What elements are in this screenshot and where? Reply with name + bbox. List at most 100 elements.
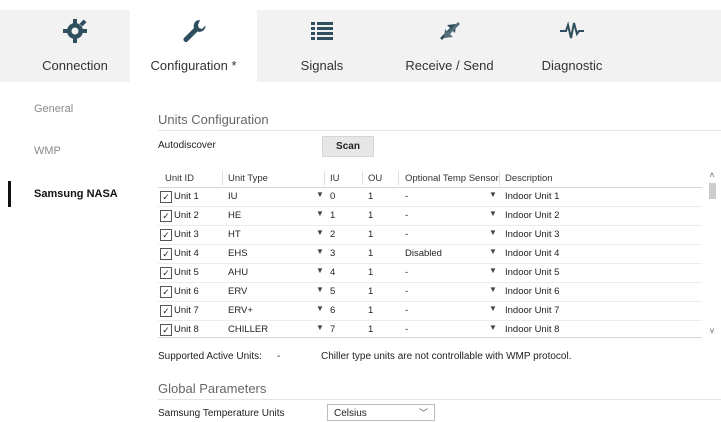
section-divider — [158, 399, 721, 400]
unit-id: Unit 6 — [174, 286, 199, 297]
unit-type-dropdown-icon[interactable]: ▼ — [316, 304, 324, 313]
temp-sensor-dropdown-icon[interactable]: ▼ — [489, 228, 497, 237]
tab-receive-send[interactable]: Receive / Send — [387, 10, 512, 82]
unit-id: Unit 1 — [174, 191, 199, 202]
unit-iu: 1 — [330, 210, 336, 221]
unit-ou: 1 — [368, 267, 374, 278]
unit-type-dropdown-icon[interactable]: ▼ — [316, 247, 324, 256]
temp-sensor: - — [405, 210, 409, 221]
temp-units-select[interactable]: Celsius ﹀ — [327, 404, 435, 421]
table-row[interactable]: ✓ Unit 3 HT ▼ 2 1 - ▼ Indoor Unit 3 — [158, 226, 702, 245]
tab-configuration[interactable]: Configuration * — [130, 10, 257, 82]
table-row[interactable]: ✓ Unit 1 IU ▼ 0 1 - ▼ Indoor Unit 1 — [158, 188, 702, 207]
temp-sensor: - — [405, 305, 409, 316]
autodiscover-label: Autodiscover — [158, 140, 216, 151]
unit-iu: 3 — [330, 248, 336, 259]
tab-diagnostic[interactable]: Diagnostic — [512, 10, 632, 82]
supported-units-label: Supported Active Units: — [158, 351, 262, 362]
column-separator — [324, 171, 325, 185]
temp-sensor: - — [405, 229, 409, 240]
unit-checkbox[interactable]: ✓ — [160, 229, 172, 241]
table-row[interactable]: ✓ Unit 4 EHS ▼ 3 1 Disabled ▼ Indoor Uni… — [158, 245, 702, 264]
unit-checkbox[interactable]: ✓ — [160, 267, 172, 279]
scroll-thumb[interactable] — [709, 183, 716, 199]
table-row[interactable]: ✓ Unit 5 AHU ▼ 4 1 - ▼ Indoor Unit 5 — [158, 264, 702, 283]
scroll-down-icon[interactable]: ˅ — [706, 325, 718, 337]
gear-plug-icon — [63, 19, 87, 43]
unit-checkbox[interactable]: ✓ — [160, 286, 172, 298]
table-row[interactable]: ✓ Unit 8 CHILLER ▼ 7 1 - ▼ Indoor Unit 8 — [158, 321, 702, 339]
unit-ou: 1 — [368, 191, 374, 202]
column-separator — [362, 171, 363, 185]
sidebar-item-samsung-nasa[interactable]: Samsung NASA — [34, 188, 118, 200]
column-header: IU — [330, 173, 340, 184]
unit-type-dropdown-icon[interactable]: ▼ — [316, 323, 324, 332]
sidebar-item-label: General — [34, 103, 74, 115]
tab-label: Connection — [42, 58, 108, 73]
scroll-up-icon[interactable]: ˄ — [706, 169, 718, 181]
table-row[interactable]: ✓ Unit 2 HE ▼ 1 1 - ▼ Indoor Unit 2 — [158, 207, 702, 226]
unit-type-dropdown-icon[interactable]: ▼ — [316, 266, 324, 275]
temp-units-label: Samsung Temperature Units — [158, 408, 285, 419]
unit-checkbox[interactable]: ✓ — [160, 191, 172, 203]
unit-type-dropdown-icon[interactable]: ▼ — [316, 228, 324, 237]
table-row[interactable]: ✓ Unit 6 ERV ▼ 5 1 - ▼ Indoor Unit 6 — [158, 283, 702, 302]
tab-signals[interactable]: Signals — [257, 10, 387, 82]
unit-description: Indoor Unit 5 — [505, 267, 560, 278]
column-separator — [222, 171, 223, 185]
global-params-title: Global Parameters — [158, 381, 267, 396]
temp-sensor-dropdown-icon[interactable]: ▼ — [489, 266, 497, 275]
scan-button[interactable]: Scan — [322, 136, 374, 157]
temp-sensor: - — [405, 286, 409, 297]
temp-sensor-dropdown-icon[interactable]: ▼ — [489, 190, 497, 199]
tab-label: Signals — [300, 58, 344, 73]
column-header: Description — [505, 173, 553, 184]
unit-id: Unit 5 — [174, 267, 199, 278]
temp-sensor-dropdown-icon[interactable]: ▼ — [489, 323, 497, 332]
units-config-title: Units Configuration — [158, 112, 269, 127]
table-scrollbar[interactable]: ˄ ˅ — [706, 169, 718, 337]
unit-type: ERV+ — [228, 305, 253, 316]
unit-type: HT — [228, 229, 241, 240]
unit-checkbox[interactable]: ✓ — [160, 305, 172, 317]
sidebar-item-general[interactable]: General — [34, 103, 73, 115]
unit-description: Indoor Unit 6 — [505, 286, 560, 297]
column-header: Optional Temp Sensor — [405, 173, 499, 184]
unit-checkbox[interactable]: ✓ — [160, 248, 172, 260]
column-separator — [499, 171, 500, 185]
temp-sensor: - — [405, 267, 409, 278]
tab-label: Receive / Send — [405, 58, 494, 73]
sidebar-item-wmp[interactable]: WMP — [34, 145, 61, 157]
active-indicator — [8, 181, 11, 207]
unit-checkbox[interactable]: ✓ — [160, 324, 172, 336]
transfer-icon — [439, 22, 460, 40]
supported-units-value: - — [277, 351, 281, 362]
unit-ou: 1 — [368, 286, 374, 297]
unit-type: IU — [228, 191, 238, 202]
table-row[interactable]: ✓ Unit 7 ERV+ ▼ 6 1 - ▼ Indoor Unit 7 — [158, 302, 702, 321]
unit-id: Unit 4 — [174, 248, 199, 259]
temp-sensor-dropdown-icon[interactable]: ▼ — [489, 304, 497, 313]
chevron-down-icon: ﹀ — [418, 408, 428, 418]
unit-description: Indoor Unit 7 — [505, 305, 560, 316]
unit-iu: 4 — [330, 267, 336, 278]
tab-bar: Connection Configuration * Signals Recei… — [0, 0, 721, 84]
unit-ou: 1 — [368, 248, 374, 259]
chiller-note: Chiller type units are not controllable … — [321, 351, 572, 362]
unit-ou: 1 — [368, 210, 374, 221]
unit-type-dropdown-icon[interactable]: ▼ — [316, 285, 324, 294]
temp-sensor-dropdown-icon[interactable]: ▼ — [489, 209, 497, 218]
temp-sensor-dropdown-icon[interactable]: ▼ — [489, 247, 497, 256]
unit-type-dropdown-icon[interactable]: ▼ — [316, 190, 324, 199]
tab-connection[interactable]: Connection — [20, 10, 130, 82]
unit-checkbox[interactable]: ✓ — [160, 210, 172, 222]
tab-label: Configuration * — [150, 58, 237, 73]
unit-description: Indoor Unit 2 — [505, 210, 560, 221]
unit-iu: 0 — [330, 191, 336, 202]
temp-sensor-dropdown-icon[interactable]: ▼ — [489, 285, 497, 294]
unit-type-dropdown-icon[interactable]: ▼ — [316, 209, 324, 218]
unit-description: Indoor Unit 1 — [505, 191, 560, 202]
unit-iu: 2 — [330, 229, 336, 240]
temp-sensor: Disabled — [405, 248, 442, 259]
unit-type: CHILLER — [228, 324, 269, 335]
